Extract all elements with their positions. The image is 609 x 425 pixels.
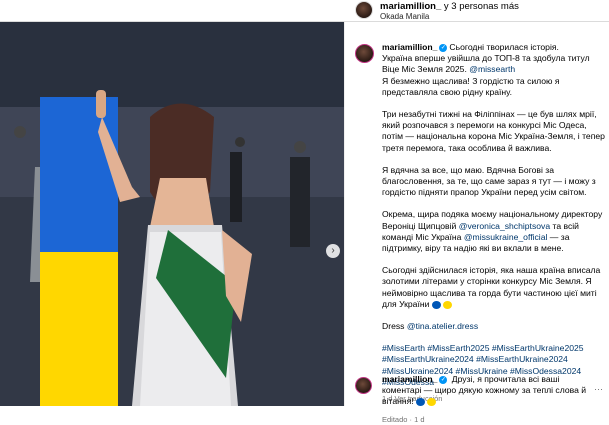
avatar[interactable] [355,1,373,19]
verified-icon: ✓ [439,43,448,52]
header-username[interactable]: mariamillion_ [380,1,441,12]
comment-avatar[interactable] [355,377,372,394]
yellow-heart-icon [427,398,437,407]
caption-username[interactable]: mariamillion_ [382,42,437,52]
post-photo[interactable]: › [0,22,344,406]
caption-p1: mariamillion_ ✓ Сьогодні творилася історія… [382,42,606,98]
caption-avatar[interactable] [355,44,374,63]
caption-line1: Сьогодні творилася історія. [449,42,559,52]
verified-icon: ✓ [439,375,448,384]
blue-heart-icon [416,398,426,407]
yellow-heart-icon [443,300,453,309]
caption-dress: Dress @tina.atelier.dress [382,321,606,332]
comment-username[interactable]: mariamillion_ [382,374,437,384]
comment: mariamillion_ ✓ Друзі, я прочитала всі ва… [382,374,597,408]
mention-missearth[interactable]: @missearth [469,64,515,74]
caption-line3: Я безмежно щаслива! З гордістю та силою … [382,75,560,97]
chevron-right-icon[interactable]: › [326,244,340,258]
caption-p2: Три незабутні тижні на Філіппінах — це б… [382,109,605,153]
mention-veronica[interactable]: @veronica_shchiptsova [459,221,550,231]
location[interactable]: Okada Manila [380,12,429,21]
caption-p4: Окрема, щира подяка моєму національному … [382,209,606,254]
caption-p5-text: Сьогодні здійснилася історія, яка наша к… [382,265,601,309]
blue-heart-icon [431,300,441,309]
caption-p3: Я вдячна за все, що маю. Вдячна Богові з… [382,164,596,198]
dress-mention[interactable]: @tina.atelier.dress [407,321,478,331]
header-with[interactable]: y 3 personas más [444,1,519,12]
caption: mariamillion_ ✓ Сьогодні творилася історія… [382,42,606,425]
more-icon[interactable]: ⋯ [594,384,603,395]
mention-missukraine[interactable]: @missukraine_official [464,232,548,242]
caption-panel: mariamillion_ ✓ Сьогодні творилася історія… [344,22,609,424]
caption-p5: Сьогодні здійснилася історія, яка наша к… [382,265,606,310]
dress-label: Dress [382,321,405,332]
photo-illustration [0,22,344,406]
edited-meta: Editado · 1 d [382,415,425,425]
post-header: mariamillion_ y 3 personas más Okada Man… [0,0,609,22]
